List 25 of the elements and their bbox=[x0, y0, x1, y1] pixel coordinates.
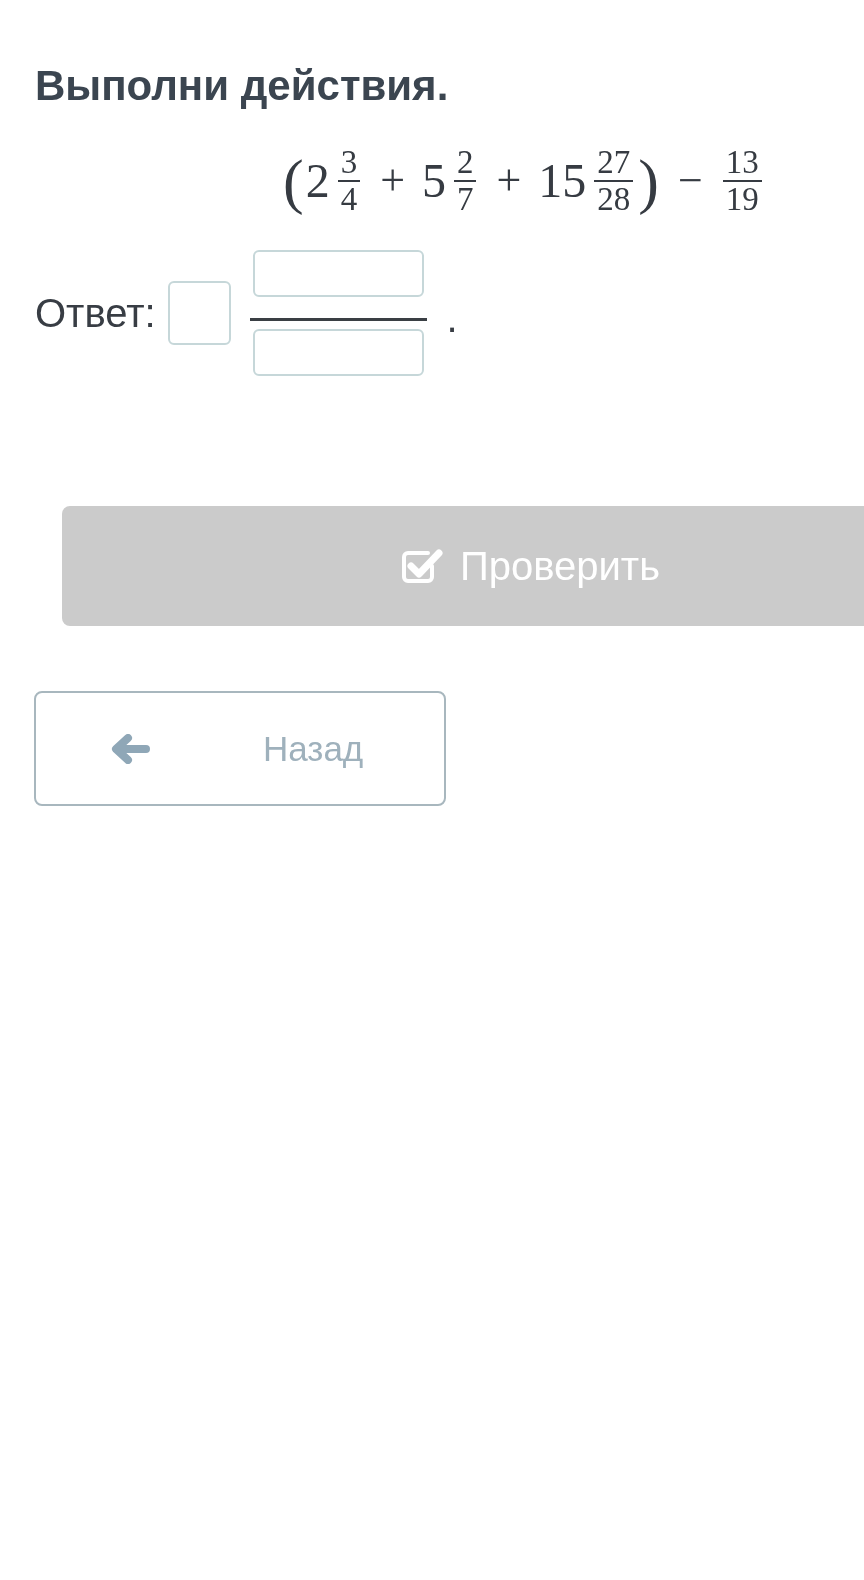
whole-part-field[interactable] bbox=[167, 281, 231, 345]
numerator: 27 bbox=[596, 147, 632, 178]
operator-sign: + bbox=[496, 156, 522, 206]
denominator: 28 bbox=[596, 184, 632, 215]
numerator: 2 bbox=[456, 147, 475, 178]
back-button[interactable]: Назад bbox=[34, 691, 446, 806]
whole-number: 5 bbox=[422, 153, 446, 209]
left-arrow-icon bbox=[111, 733, 151, 764]
denominator: 7 bbox=[456, 184, 475, 215]
numerator: 13 bbox=[724, 147, 760, 178]
denominator-field[interactable] bbox=[252, 329, 424, 376]
answer-label: Ответ: bbox=[35, 290, 156, 337]
checkbox-tick-icon bbox=[401, 547, 444, 585]
task-title: Выполни действия. bbox=[35, 62, 449, 110]
operator-sign: − bbox=[677, 156, 703, 206]
numerator: 3 bbox=[339, 147, 359, 178]
parenthesis: ( bbox=[283, 146, 304, 216]
denominator: 19 bbox=[724, 184, 760, 215]
parenthesis: ) bbox=[638, 146, 659, 216]
denominator: 4 bbox=[339, 184, 359, 215]
numerator-field[interactable] bbox=[252, 250, 424, 297]
whole-number: 2 bbox=[305, 153, 330, 209]
period-mark: . bbox=[446, 295, 458, 342]
operator-sign: + bbox=[380, 156, 405, 206]
whole-number: 15 bbox=[538, 153, 587, 209]
